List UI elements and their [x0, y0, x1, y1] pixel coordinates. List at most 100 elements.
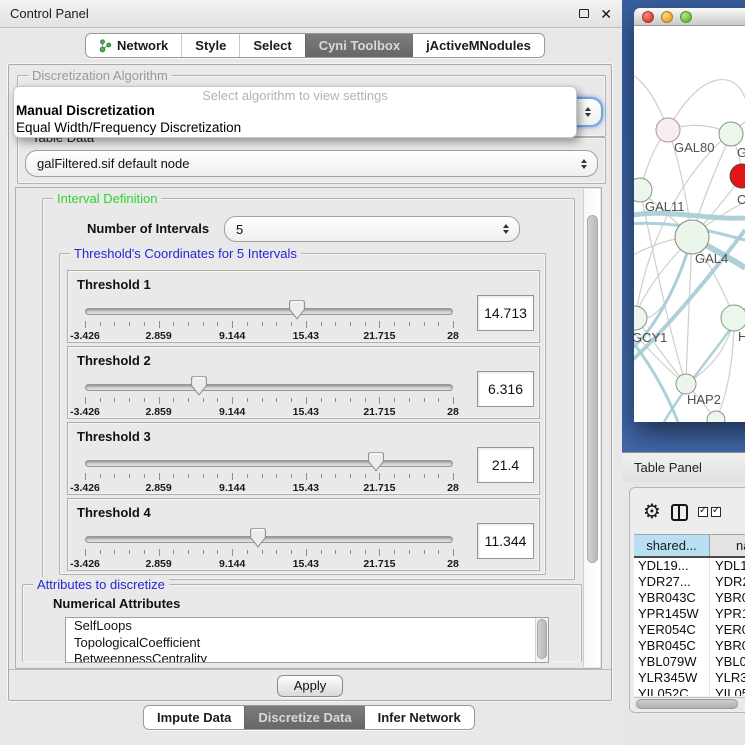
table-data-combobox[interactable]: galFiltered.sif default node — [25, 150, 598, 177]
node-label: C — [737, 192, 745, 207]
column-header-shared-name[interactable]: shared... — [634, 535, 710, 556]
select-columns-icon[interactable] — [698, 507, 721, 517]
cell-name: YLR34 — [710, 670, 745, 686]
tab-discretize-data[interactable]: Discretize Data — [244, 706, 364, 729]
columns-icon[interactable] — [671, 504, 688, 521]
slider-track[interactable] — [85, 460, 453, 467]
settings-vertical-scrollbar[interactable] — [583, 189, 600, 667]
table-row[interactable]: YER054C YER05 — [634, 622, 745, 638]
slider-track[interactable] — [85, 536, 453, 543]
table-row[interactable]: YDR27... YDR27 — [634, 574, 745, 590]
threshold-value-field[interactable]: 11.344 — [477, 523, 534, 559]
minimize-traffic-light-icon[interactable] — [661, 11, 673, 23]
attributes-group-title: Attributes to discretize — [33, 577, 169, 592]
float-window-icon[interactable] — [579, 9, 589, 18]
table-row[interactable]: YBR045C YBR04 — [634, 638, 745, 654]
tab-cyni-toolbox[interactable]: Cyni Toolbox — [305, 34, 413, 57]
table-body[interactable]: YDL19... YDL19 YDR27... YDR27 YBR043C YB… — [634, 558, 745, 696]
combo-arrows-icon — [585, 107, 591, 117]
network-node — [730, 164, 745, 188]
attributes-scrollbar[interactable] — [535, 618, 548, 662]
node-label: HA — [738, 329, 745, 344]
network-node — [675, 220, 709, 254]
attribute-list-item[interactable]: BetweennessCentrality — [66, 651, 548, 663]
slider-ticks — [85, 321, 453, 329]
table-panel-title: Table Panel — [634, 460, 702, 475]
tab-select[interactable]: Select — [239, 34, 304, 57]
table-scrollbar-thumb[interactable] — [636, 699, 738, 709]
tab-network[interactable]: Network — [86, 34, 181, 57]
table-row[interactable]: YBR043C YBR04 — [634, 590, 745, 606]
network-window-titlebar — [634, 8, 745, 26]
slider-thumb[interactable] — [249, 528, 267, 548]
threshold-label: Threshold 3 — [77, 429, 151, 444]
cell-name: YIL05 — [710, 686, 745, 696]
threshold-panel: Threshold 3 -3.4262.8599.14415.4321.7152… — [67, 422, 540, 495]
number-of-intervals-combobox[interactable]: 5 — [224, 216, 520, 242]
table-row[interactable]: YBL079W YBL07 — [634, 654, 745, 670]
table-row[interactable]: YPR145W YPR14 — [634, 606, 745, 622]
dropdown-option-equal-width-frequency-discretization[interactable]: Equal Width/Frequency Discretization — [14, 120, 576, 137]
cell-shared-name: YLR345W — [634, 670, 710, 686]
threshold-slider[interactable]: -3.4262.8599.14415.4321.71528 — [85, 451, 453, 495]
node-label: GAL80 — [674, 140, 714, 155]
node-label: GCY1 — [634, 330, 667, 345]
slider-thumb[interactable] — [190, 376, 208, 396]
tab-label: Impute Data — [157, 710, 231, 725]
cell-shared-name: YDL19... — [634, 558, 710, 574]
table-data-selected: galFiltered.sif default node — [37, 156, 189, 171]
zoom-traffic-light-icon[interactable] — [680, 11, 692, 23]
slider-tick-labels: -3.4262.8599.14415.4321.71528 — [85, 482, 453, 494]
attributes-scrollbar-thumb[interactable] — [537, 619, 547, 659]
close-traffic-light-icon[interactable] — [642, 11, 654, 23]
slider-ticks — [85, 473, 453, 481]
close-icon[interactable]: ✕ — [600, 7, 612, 21]
attribute-list-item[interactable]: SelfLoops — [66, 618, 548, 635]
dropdown-prompt: Select algorithm to view settings — [14, 88, 576, 103]
dropdown-option-manual-discretization[interactable]: Manual Discretization — [14, 103, 576, 120]
numerical-attributes-label: Numerical Attributes — [53, 596, 180, 611]
table-row[interactable]: YLR345W YLR34 — [634, 670, 745, 686]
threshold-slider[interactable]: -3.4262.8599.14415.4321.71528 — [85, 299, 453, 343]
table-panel-bar: Table Panel — [622, 452, 745, 482]
threshold-label: Threshold 2 — [77, 353, 151, 368]
column-header-name[interactable]: na — [710, 535, 745, 556]
slider-thumb[interactable] — [288, 300, 306, 320]
numerical-attributes-list[interactable]: SelfLoopsTopologicalCoefficientBetweenne… — [65, 617, 549, 663]
tab-style[interactable]: Style — [181, 34, 239, 57]
slider-thumb[interactable] — [367, 452, 385, 472]
slider-track[interactable] — [85, 308, 453, 315]
combo-arrows-icon — [503, 224, 509, 234]
slider-track[interactable] — [85, 384, 453, 391]
cell-shared-name: YER054C — [634, 622, 710, 638]
tab-jactivemnodules[interactable]: jActiveMNodules — [413, 34, 544, 57]
table-row[interactable]: YIL052C YIL05 — [634, 686, 745, 696]
table-row[interactable]: YDL19... YDL19 — [634, 558, 745, 574]
threshold-panel: Threshold 1 -3.4262.8599.14415.4321.7152… — [67, 270, 540, 343]
network-view[interactable]: GAL80GACGAL11GAL4GCY1HAHAP2 — [634, 26, 745, 422]
cell-name: YER05 — [710, 622, 745, 638]
network-window: GAL80GACGAL11GAL4GCY1HAHAP2 — [634, 8, 745, 422]
interval-definition-group: Interval Definition Number of Intervals … — [42, 198, 575, 580]
network-node — [656, 118, 680, 142]
threshold-value-field[interactable]: 21.4 — [477, 447, 534, 483]
algorithm-dropdown-popup: Select algorithm to view settings Manual… — [13, 86, 577, 138]
gear-icon[interactable]: ⚙ — [643, 502, 661, 522]
tab-label: jActiveMNodules — [426, 38, 531, 53]
table-horizontal-scrollbar[interactable] — [634, 697, 745, 710]
slider-tick-labels: -3.4262.8599.14415.4321.71528 — [85, 558, 453, 570]
threshold-slider[interactable]: -3.4262.8599.14415.4321.71528 — [85, 527, 453, 571]
tab-infer-network[interactable]: Infer Network — [365, 706, 474, 729]
thresholds-group: Threshold's Coordinates for 5 Intervals … — [59, 253, 546, 575]
attribute-list-item[interactable]: TopologicalCoefficient — [66, 635, 548, 652]
settings-scrollbar-thumb[interactable] — [587, 215, 598, 563]
apply-button[interactable]: Apply — [277, 675, 343, 697]
top-tabs: Network Style Select Cyni Toolbox jActiv… — [85, 33, 545, 58]
cell-shared-name: YPR145W — [634, 606, 710, 622]
control-panel: Control Panel ✕ Network Style Select Cyn… — [0, 0, 622, 745]
threshold-value-field[interactable]: 6.316 — [477, 371, 534, 407]
tab-impute-data[interactable]: Impute Data — [144, 706, 244, 729]
threshold-value-field[interactable]: 14.713 — [477, 295, 534, 331]
tab-label: Style — [195, 38, 226, 53]
threshold-slider[interactable]: -3.4262.8599.14415.4321.71528 — [85, 375, 453, 419]
